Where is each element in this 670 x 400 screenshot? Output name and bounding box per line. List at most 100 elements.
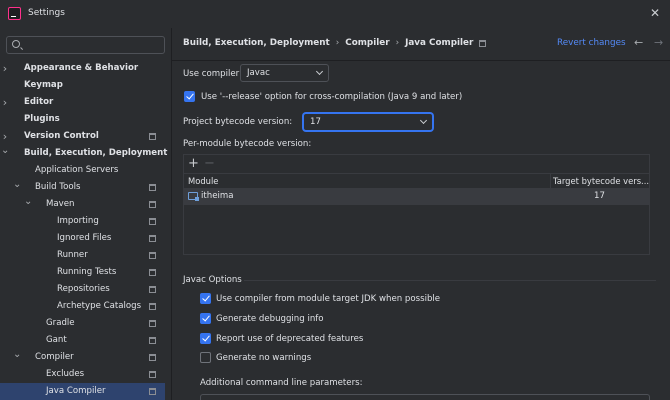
sidebar-item-label: Runner xyxy=(57,250,88,260)
close-icon[interactable]: ✕ xyxy=(646,4,664,22)
project-scope-icon xyxy=(149,354,156,361)
sidebar-item[interactable]: Java Compiler xyxy=(0,383,165,400)
breadcrumb: Build, Execution, Deployment › Compiler … xyxy=(183,38,487,48)
section-divider xyxy=(244,280,656,281)
chevron-down-icon[interactable]: ⌄ xyxy=(13,349,21,366)
sidebar-item[interactable]: Ignored Files xyxy=(0,230,165,247)
project-scope-icon xyxy=(149,218,156,225)
window-title: Settings xyxy=(28,8,65,18)
sidebar-item[interactable]: Archetype Catalogs xyxy=(0,298,165,315)
target-version-cell[interactable]: 17 xyxy=(594,191,605,201)
sidebar-item-label: Build Tools xyxy=(35,182,81,192)
sidebar-item[interactable]: Running Tests xyxy=(0,264,165,281)
sidebar-item[interactable]: › Editor xyxy=(0,94,165,111)
chevron-down-icon xyxy=(315,67,324,76)
sidebar-item-label: Running Tests xyxy=(57,267,117,277)
sidebar-item-label: Plugins xyxy=(24,114,60,124)
sidebar-item[interactable]: Excludes xyxy=(0,366,165,383)
sidebar-item-label: Maven xyxy=(46,199,75,209)
per-module-table: + − Module Target bytecode vers... ithei… xyxy=(183,154,650,255)
sidebar-item[interactable]: › Appearance & Behavior xyxy=(0,60,165,77)
project-scope-icon xyxy=(149,320,156,327)
chevron-down-icon[interactable]: ⌄ xyxy=(13,179,21,196)
release-option-checkbox[interactable] xyxy=(184,91,195,102)
sidebar-item[interactable]: ⌄ Build Tools xyxy=(0,179,165,196)
sidebar-item[interactable]: Gant xyxy=(0,332,165,349)
project-scope-icon xyxy=(149,201,156,208)
use-compiler-label: Use compiler: xyxy=(183,69,242,79)
chevron-right-icon[interactable]: › xyxy=(1,60,9,77)
chevron-right-icon[interactable]: › xyxy=(1,94,9,111)
deprecated-checkbox[interactable] xyxy=(200,333,211,344)
sidebar-item[interactable]: Application Servers xyxy=(0,162,165,179)
search-icon xyxy=(12,40,20,48)
search-input[interactable] xyxy=(6,36,165,54)
project-scope-icon xyxy=(149,133,156,140)
sidebar-item[interactable]: ⌄ Maven xyxy=(0,196,165,213)
sidebar-item[interactable]: ⌄ Compiler xyxy=(0,349,165,366)
sidebar-item-label: Archetype Catalogs xyxy=(57,301,142,311)
compiler-select[interactable]: Javac xyxy=(240,64,329,82)
sidebar-item[interactable]: Runner xyxy=(0,247,165,264)
sidebar-item-label: Build, Execution, Deployment xyxy=(24,148,168,158)
project-scope-icon xyxy=(149,337,156,344)
sidebar-item-label: Gant xyxy=(46,335,67,345)
column-separator[interactable] xyxy=(550,174,551,189)
bytecode-version-value: 17 xyxy=(310,117,321,127)
chevron-right-icon[interactable]: › xyxy=(1,128,9,145)
breadcrumb-item[interactable]: Compiler xyxy=(345,38,389,48)
column-header-module[interactable]: Module xyxy=(188,176,218,186)
breadcrumb-item[interactable]: Build, Execution, Deployment xyxy=(183,38,330,48)
table-header: Module Target bytecode vers... xyxy=(184,173,649,189)
breadcrumb-separator: › xyxy=(335,38,340,48)
project-scope-icon xyxy=(149,184,156,191)
sidebar-item[interactable]: › Version Control xyxy=(0,128,165,145)
additional-params-label: Additional command line parameters: xyxy=(200,378,363,388)
sidebar-item-label: Appearance & Behavior xyxy=(24,63,139,73)
sidebar-item[interactable]: ⌄ Build, Execution, Deployment xyxy=(0,145,168,162)
sidebar-item[interactable]: Keymap xyxy=(0,77,165,94)
add-icon[interactable]: + xyxy=(188,156,199,171)
settings-sidebar: › Appearance & Behavior Keymap › Editor Plugi… xyxy=(0,28,170,400)
additional-params-input[interactable] xyxy=(200,394,650,400)
sidebar-item-label: Importing xyxy=(57,216,99,226)
per-module-label: Per-module bytecode version: xyxy=(183,139,312,149)
deprecated-label: Report use of deprecated features xyxy=(216,334,364,344)
project-scope-icon xyxy=(149,235,156,242)
bytecode-version-label: Project bytecode version: xyxy=(183,117,293,127)
project-scope-icon xyxy=(149,303,156,310)
sidebar-item-label: Editor xyxy=(24,97,54,107)
no-warnings-checkbox[interactable] xyxy=(200,352,211,363)
column-header-target[interactable]: Target bytecode vers... xyxy=(553,176,649,186)
breadcrumb-separator: › xyxy=(395,38,400,48)
title-bar: Settings ✕ xyxy=(0,0,670,28)
sidebar-item-label: Ignored Files xyxy=(57,233,112,243)
sidebar-item[interactable]: Importing xyxy=(0,213,165,230)
use-module-jdk-checkbox[interactable] xyxy=(200,293,211,304)
breadcrumb-item: Java Compiler xyxy=(405,38,474,48)
remove-icon[interactable]: − xyxy=(204,156,215,171)
table-row[interactable]: itheima 17 xyxy=(184,189,649,205)
sidebar-item[interactable]: Plugins xyxy=(0,111,165,128)
sidebar-item-label: Repositories xyxy=(57,284,110,294)
revert-changes-link[interactable]: Revert changes xyxy=(557,38,626,48)
javac-options-title: Javac Options xyxy=(183,275,242,285)
sidebar-item-label: Keymap xyxy=(24,80,63,90)
sidebar-item-label: Java Compiler xyxy=(46,386,106,396)
chevron-down-icon xyxy=(419,116,428,125)
sidebar-item-label: Excludes xyxy=(46,369,85,379)
use-module-jdk-label: Use compiler from module target JDK when… xyxy=(216,294,441,304)
sidebar-item[interactable]: Gradle xyxy=(0,315,165,332)
sidebar-item[interactable]: Repositories xyxy=(0,281,165,298)
chevron-down-icon[interactable]: ⌄ xyxy=(1,145,9,162)
module-folder-icon xyxy=(188,192,199,201)
bytecode-version-select[interactable]: 17 xyxy=(303,113,433,131)
sidebar-item-label: Application Servers xyxy=(35,165,119,175)
debug-info-checkbox[interactable] xyxy=(200,313,211,324)
compiler-select-value: Javac xyxy=(247,68,270,78)
chevron-down-icon[interactable]: ⌄ xyxy=(24,196,32,213)
forward-arrow-icon[interactable]: → xyxy=(654,36,663,49)
project-scope-icon xyxy=(149,252,156,259)
back-arrow-icon[interactable]: ← xyxy=(634,36,643,49)
app-logo-icon xyxy=(8,7,21,20)
